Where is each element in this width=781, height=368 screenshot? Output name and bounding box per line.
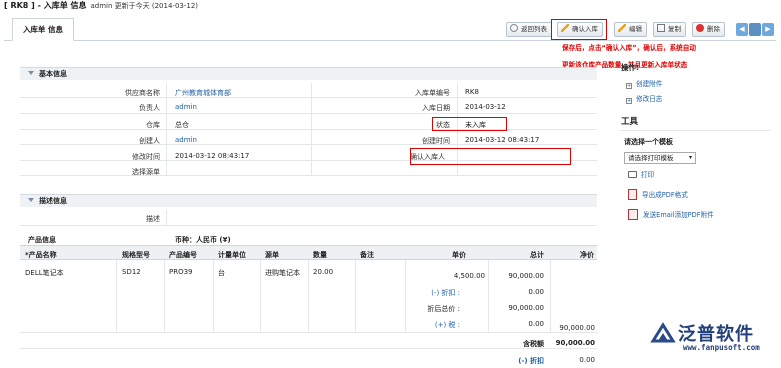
page-subtitle: admin 更新于今天 (2014-03-12) — [90, 2, 199, 10]
col-total: 总计 — [530, 251, 544, 259]
product-code: PRO39 — [169, 268, 193, 276]
delete-icon — [696, 24, 704, 32]
collapse-icon — [28, 71, 34, 75]
confirm-highlight-box — [551, 19, 607, 40]
tax-total-label: 含税额 — [523, 340, 544, 348]
owner-label: 负责人 — [139, 104, 160, 112]
back-icon — [510, 24, 518, 32]
number-label: 入库单编号 — [415, 89, 450, 97]
product-price: 4,500.00 — [453, 272, 485, 280]
created-value: 2014-03-12 08:43:17 — [465, 136, 540, 144]
col-model: 规格型号 — [122, 251, 150, 259]
product-qty: 20.00 — [313, 268, 334, 276]
confirmer-highlight-box — [410, 148, 571, 165]
tax-total-value: 90,000.00 — [555, 339, 595, 347]
col-source: 源单 — [265, 251, 279, 259]
product-unit: 台 — [218, 269, 225, 277]
pdf-icon — [628, 189, 637, 200]
change-log-link[interactable]: + 修改日志 — [626, 93, 662, 104]
creator-label: 创建人 — [139, 137, 160, 145]
email-pdf-link[interactable]: 发送Email添加PDF附件 — [628, 209, 714, 220]
col-remark: 备注 — [360, 251, 374, 259]
desc-label: 描述 — [146, 215, 160, 223]
create-attachment-link[interactable]: + 创建附件 — [626, 78, 662, 89]
status-highlight-box — [432, 117, 507, 131]
supplier-link[interactable]: 广州教育城体育部 — [175, 88, 231, 98]
tools-title: 工具 — [621, 117, 639, 127]
plus-box-icon: + — [626, 83, 632, 89]
collapse-icon — [28, 198, 34, 202]
template-title: 请选择一个模板 — [624, 138, 673, 146]
col-net: 净价 — [580, 251, 594, 259]
basic-info-header[interactable]: 基本信息 — [20, 67, 597, 80]
tab-stockin-info[interactable]: 入库单 信息 — [12, 18, 74, 41]
annotation-line-1: 保存后，点击“确认入库”，确认后，系统自动 — [562, 44, 696, 52]
date-label: 入库日期 — [422, 104, 450, 112]
row-after-value: 90,000.00 — [508, 304, 544, 312]
modified-value: 2014-03-12 08:43:17 — [175, 152, 250, 160]
print-template-select[interactable]: 请选择打印模板 ▾ — [624, 152, 696, 164]
col-unit: 计量单位 — [218, 251, 246, 259]
prev-record-icon[interactable]: ◀ — [736, 23, 748, 36]
chevron-down-icon: ▾ — [688, 154, 692, 161]
export-pdf-link[interactable]: 导出成PDF格式 — [628, 189, 688, 200]
footer-discount-link[interactable]: (-) 折扣 — [490, 356, 544, 366]
email-pdf-icon — [628, 209, 638, 220]
next-record-icon[interactable]: ▶ — [762, 23, 774, 36]
col-name: *产品名称 — [25, 251, 57, 259]
printer-icon — [628, 171, 637, 178]
list-nav-icon[interactable] — [749, 23, 761, 36]
product-total: 90,000.00 — [508, 272, 544, 280]
product-table-header — [20, 245, 597, 260]
warehouse-label: 仓库 — [146, 121, 160, 129]
row-discount-value: 0.00 — [528, 288, 544, 296]
back-to-list-button[interactable]: 返回列表 — [506, 22, 552, 37]
row-after-label: 折后总价 : — [427, 305, 460, 313]
plus-box-icon: + — [626, 98, 632, 104]
supplier-label: 供应商名称 — [125, 89, 160, 97]
product-info-title: 产品信息 — [28, 236, 56, 244]
currency-label: 币种：人民币 (¥) — [175, 236, 231, 244]
edit-button[interactable]: 编辑 — [614, 22, 647, 37]
ops-title: 操作: — [621, 63, 639, 72]
delete-button[interactable]: 删除 — [692, 22, 725, 37]
row-discount-link[interactable]: (-) 折扣 : — [405, 288, 460, 298]
product-model: SD12 — [122, 268, 141, 276]
fanpu-logo-icon — [650, 321, 676, 347]
modified-label: 修改时间 — [132, 153, 160, 161]
product-name: DELL笔记本 — [25, 269, 64, 277]
row-tax-link[interactable]: (+) 税 : — [405, 320, 460, 330]
desc-info-header[interactable]: 描述信息 — [20, 194, 597, 207]
print-link[interactable]: 打印 — [628, 169, 654, 179]
product-source: 进购笔记本 — [265, 269, 300, 277]
copy-icon — [657, 24, 665, 32]
date-value: 2014-03-12 — [465, 103, 506, 111]
warehouse-value: 总仓 — [175, 121, 189, 129]
owner-link[interactable]: admin — [175, 103, 197, 111]
source-label: 选择源单 — [132, 168, 160, 176]
watermark-url: www.fanpusoft.com — [683, 343, 760, 352]
row-net-value: 90,000.00 — [559, 324, 595, 332]
row-tax-value: 0.00 — [528, 320, 544, 328]
edit-icon — [618, 24, 626, 32]
number-value: RK8 — [465, 88, 479, 96]
page-title: [ RK8 ] - 入库单 信息 admin 更新于今天 (2014-03-12) — [4, 1, 199, 10]
copy-button[interactable]: 复制 — [653, 22, 686, 37]
footer-discount-value: 0.00 — [579, 356, 595, 364]
created-label: 创建时间 — [422, 137, 450, 145]
col-qty: 数量 — [313, 251, 327, 259]
creator-link[interactable]: admin — [175, 136, 197, 144]
col-price: 单价 — [452, 251, 466, 259]
col-code: 产品编号 — [169, 251, 197, 259]
